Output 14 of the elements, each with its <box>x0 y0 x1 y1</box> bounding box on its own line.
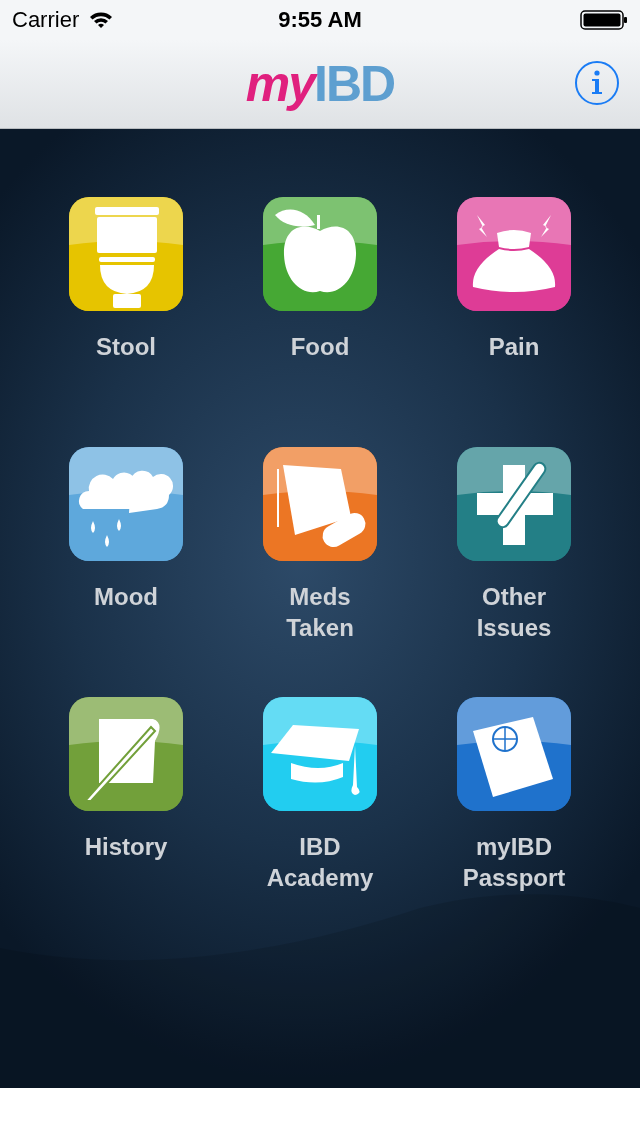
status-time: 9:55 AM <box>278 7 362 33</box>
battery-icon <box>580 10 628 30</box>
app-tile-button[interactable]: Other Issues <box>453 447 575 697</box>
app-tile-button[interactable]: Mood <box>65 447 187 697</box>
app-tile-button[interactable]: Pain <box>453 197 575 447</box>
carrier-name: Carrier <box>12 7 80 33</box>
app-tile-button[interactable]: Meds Taken <box>259 447 381 697</box>
app-tile-button[interactable]: History <box>65 697 187 947</box>
wifi-icon <box>89 11 114 29</box>
info-button[interactable] <box>574 60 620 106</box>
app-tile-button[interactable]: Stool <box>65 197 187 447</box>
app-tile-button[interactable]: IBD Academy <box>259 697 381 947</box>
app-tile-button[interactable]: myIBD Passport <box>453 697 575 947</box>
app-tile-button[interactable]: Food <box>259 197 381 447</box>
